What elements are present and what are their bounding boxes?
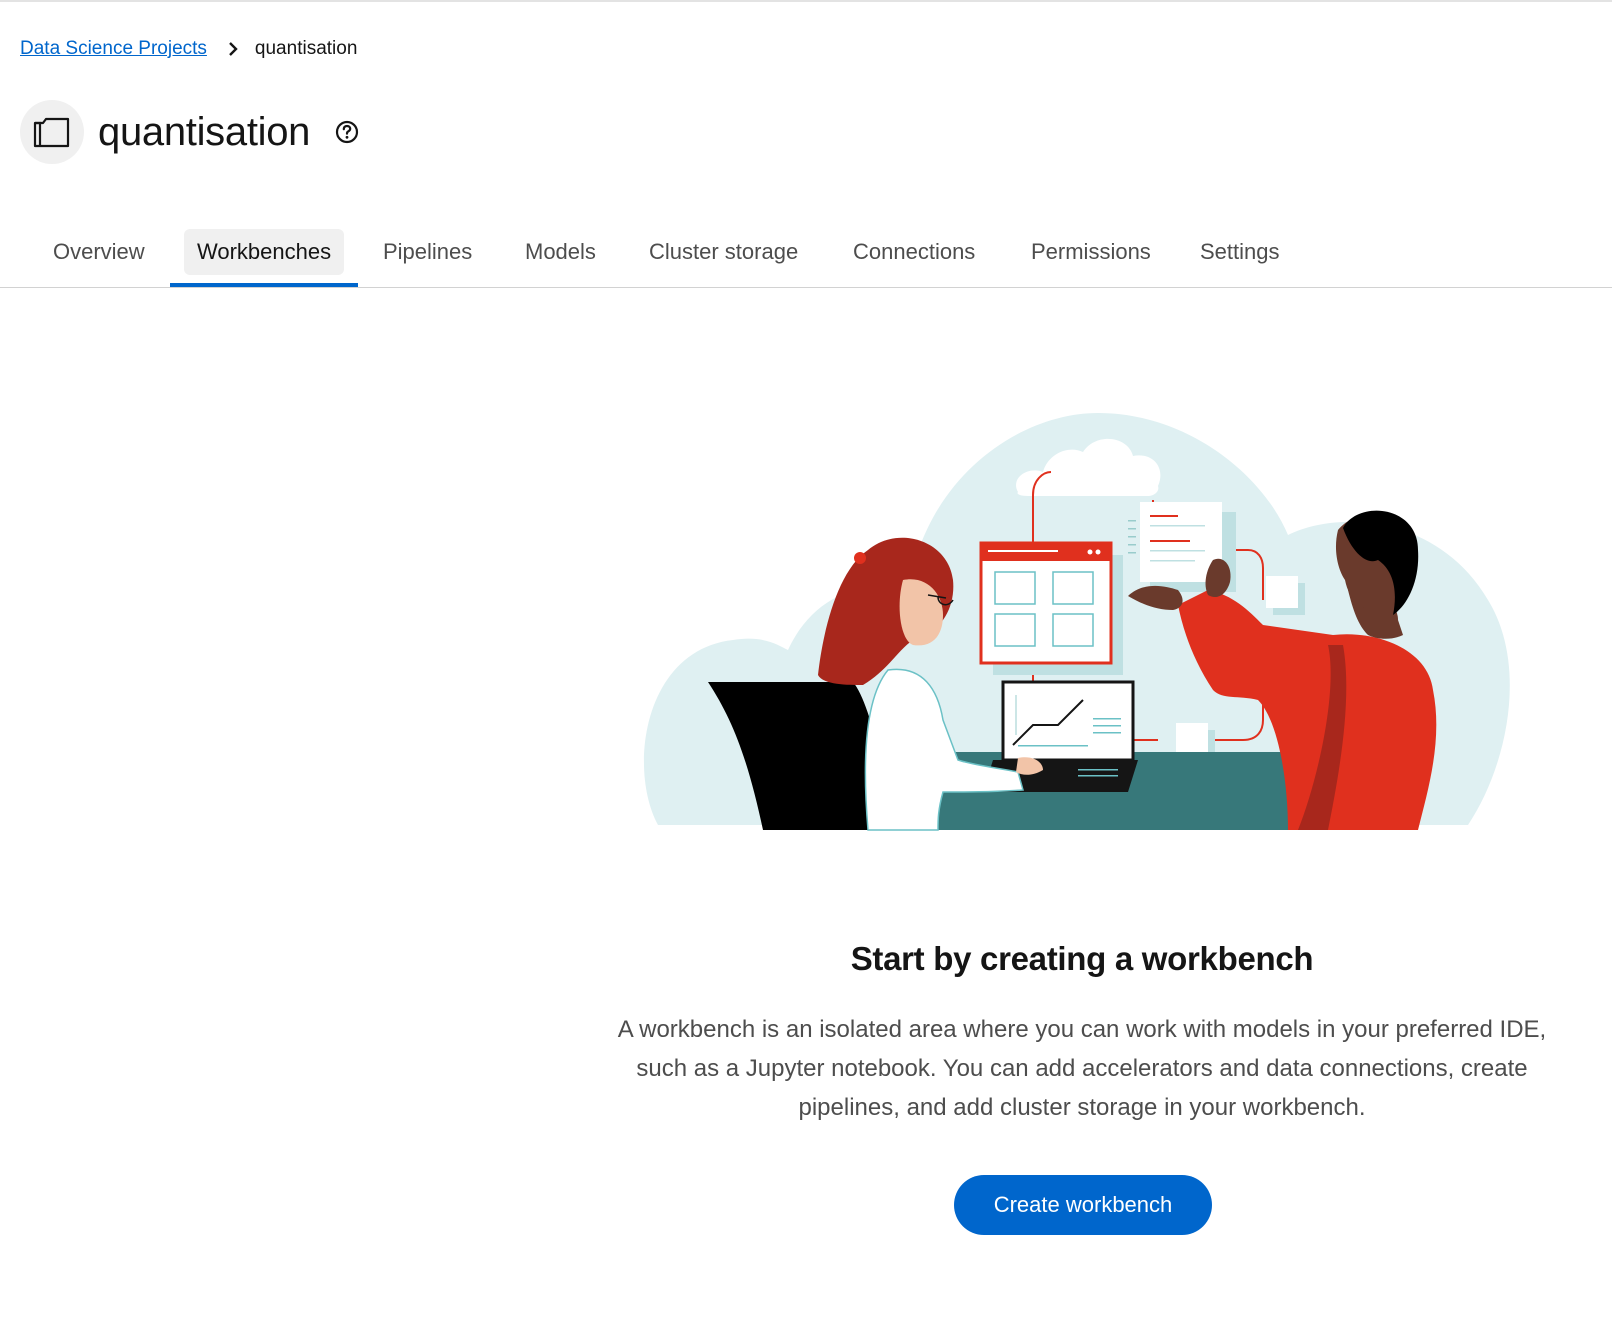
project-folder-icon — [20, 100, 84, 164]
tab-settings[interactable]: Settings — [1187, 229, 1293, 275]
tab-models[interactable]: Models — [512, 229, 609, 275]
empty-state: Start by creating a workbench A workbenc… — [0, 400, 1612, 1300]
top-border — [0, 0, 1612, 2]
question-circle-icon[interactable] — [334, 119, 360, 145]
breadcrumb: Data Science Projects quantisation — [20, 37, 357, 61]
breadcrumb-current: quantisation — [254, 38, 358, 59]
empty-state-description: A workbench is an isolated area where yo… — [617, 1016, 1547, 1121]
tab-cluster-storage[interactable]: Cluster storage — [636, 229, 811, 275]
breadcrumb-link-data-science-projects[interactable]: Data Science Projects — [20, 38, 207, 60]
tab-pipelines[interactable]: Pipelines — [370, 229, 485, 275]
tab-connections[interactable]: Connections — [840, 229, 988, 275]
workbench-illustration — [643, 413, 1510, 831]
active-tab-indicator — [170, 283, 358, 287]
chevron-right-icon — [221, 42, 245, 56]
project-tabs: Overview Workbenches Pipelines Models Cl… — [0, 224, 1612, 288]
page-title: quantisation — [98, 109, 311, 154]
tab-workbenches[interactable]: Workbenches — [184, 229, 345, 275]
tab-permissions[interactable]: Permissions — [1018, 229, 1164, 275]
empty-state-title: Start by creating a workbench — [850, 940, 1314, 977]
page-header: quantisation — [20, 100, 360, 164]
create-workbench-button[interactable]: Create workbench — [954, 1175, 1212, 1235]
tab-overview[interactable]: Overview — [40, 229, 158, 275]
